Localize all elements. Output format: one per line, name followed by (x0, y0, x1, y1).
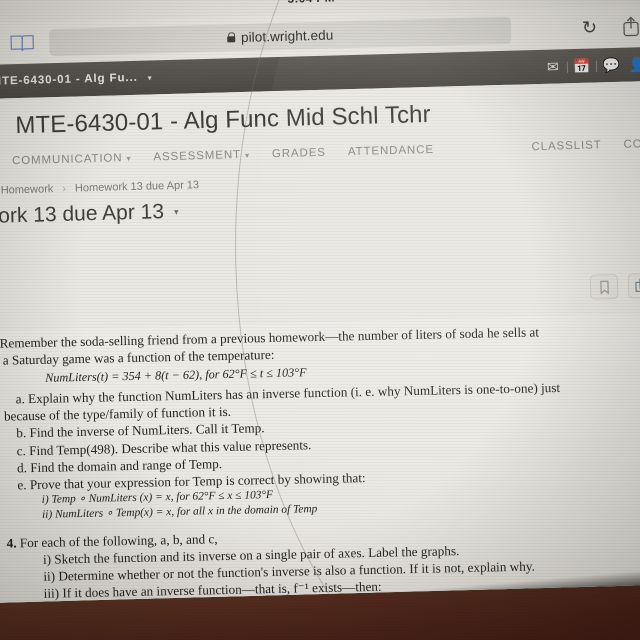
course-nav: TENT COMMUNICATION▾ ASSESSMENT▾ GRADES A… (0, 135, 640, 172)
profile-icon[interactable]: 👤 (624, 55, 640, 73)
bookmarks-icon[interactable] (9, 33, 36, 54)
open-in-new-button[interactable] (627, 272, 640, 299)
url-text: pilot.wright.edu (240, 27, 334, 45)
breadcrumb-separator-icon: › (62, 182, 67, 195)
content-title-text: mework 13 due Apr 13 (0, 200, 165, 229)
chevron-down-icon[interactable]: ▾ (174, 206, 179, 217)
share-icon[interactable] (621, 14, 640, 39)
worksheet-document: 3. Remember the soda-selling friend from… (0, 312, 640, 604)
course-page: MTE-6430-01 - Alg Func Mid Schl Tchr TEN… (0, 80, 640, 604)
nav-item-classlist[interactable]: CLASSLIST (531, 139, 601, 153)
calendar-icon[interactable]: 📅 (569, 57, 595, 75)
nav-item-course[interactable]: COURSE (623, 137, 640, 150)
q4-number: 4. (6, 535, 17, 551)
chevron-down-icon: ▾ (244, 150, 251, 160)
chevron-down-icon: ▾ (126, 154, 132, 164)
chat-icon[interactable]: 💬 (598, 56, 624, 74)
address-bar[interactable]: pilot.wright.edu (48, 16, 512, 56)
breadcrumb-item-current: Homework 13 due Apr 13 (74, 179, 200, 195)
ipad-screen: 5:04 PM pilot.wright.edu ↻ (0, 0, 640, 604)
breadcrumb-item-homework[interactable]: Homework (1, 183, 54, 196)
nav-item-assessment[interactable]: ASSESSMENT ▾ (153, 149, 251, 163)
course-selector-label[interactable]: MTE-6430-01 - Alg Fu... (0, 72, 138, 88)
nav-item-communication[interactable]: COMMUNICATION ▾ (12, 152, 132, 167)
photo-of-ipad-screen: 5:04 PM pilot.wright.edu ↻ (0, 0, 640, 640)
course-nav-right: CLASSLIST COURSE (531, 137, 640, 153)
bookmark-button[interactable] (589, 273, 619, 300)
content-tool-buttons (589, 272, 640, 300)
nav-item-attendance[interactable]: ATTENDANCE (348, 144, 434, 158)
reload-icon[interactable]: ↻ (582, 17, 598, 38)
navbar-icon-group: ✉ | 📅 | 💬 👤 (539, 47, 640, 84)
chevron-down-icon[interactable]: ▾ (148, 73, 152, 82)
lock-icon (227, 32, 235, 42)
nav-item-grades[interactable]: GRADES (272, 147, 326, 160)
email-icon[interactable]: ✉ (540, 58, 566, 76)
question-3: 3. Remember the soda-selling friend from… (0, 321, 640, 524)
